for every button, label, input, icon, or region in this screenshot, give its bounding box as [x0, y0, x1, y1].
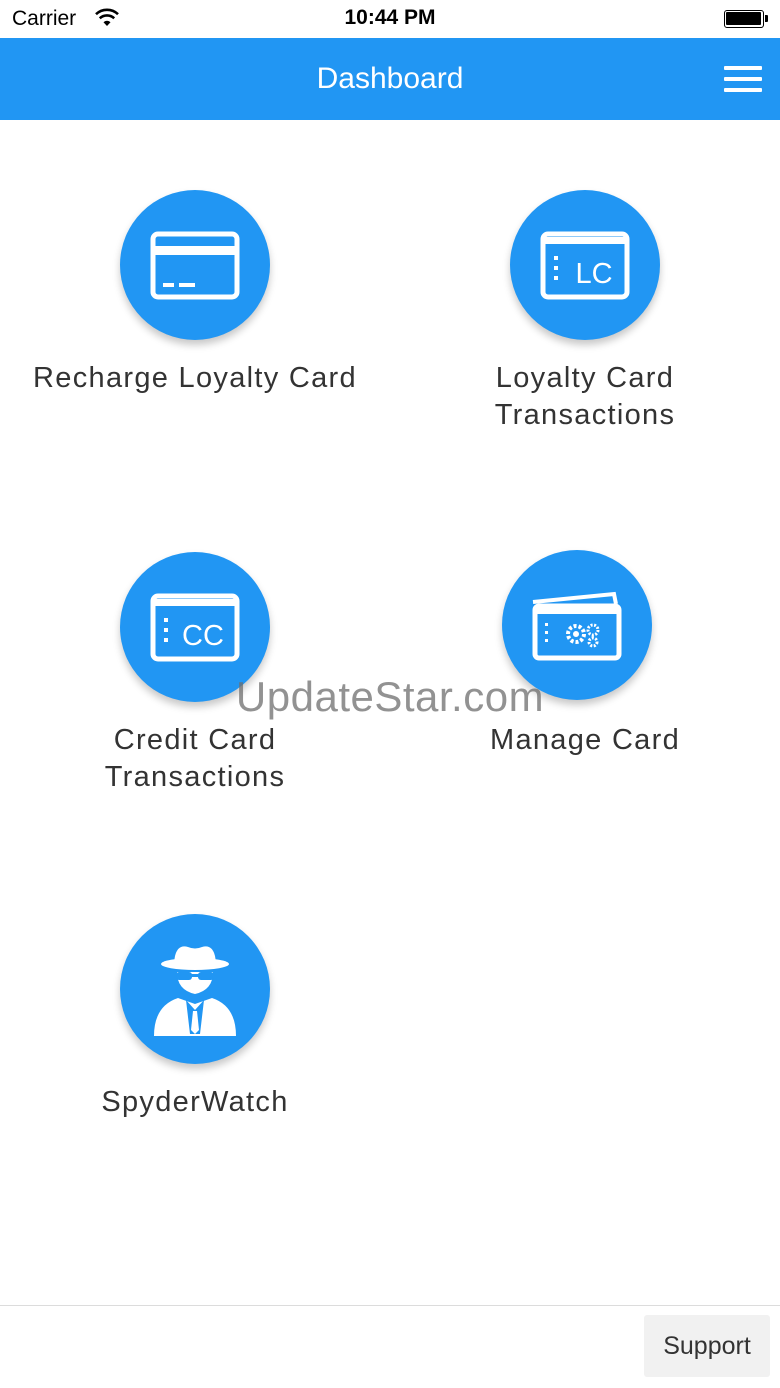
clock: 10:44 PM — [344, 6, 436, 29]
spy-icon — [120, 914, 270, 1064]
tile-label: Manage Card — [489, 724, 680, 756]
credit-card-icon — [120, 190, 270, 340]
watermark: UpdateStar.com — [235, 673, 545, 720]
app-header: Dashboard — [0, 38, 780, 120]
status-bar: Carrier 10:44 PM — [0, 0, 780, 38]
svg-text:LC: LC — [575, 258, 612, 290]
page-title: Dashboard — [316, 62, 464, 95]
svg-text:CC: CC — [182, 620, 224, 652]
footer: Support — [0, 1305, 780, 1388]
tile-label: Credit Card Transactions — [104, 724, 286, 793]
tile-label: Loyalty Card Transactions — [494, 362, 676, 431]
support-button[interactable]: Support — [644, 1315, 770, 1377]
tile-label: Recharge Loyalty Card — [33, 362, 357, 394]
lc-card-icon: LC — [510, 190, 660, 340]
hamburger-icon[interactable] — [724, 64, 764, 94]
battery-icon — [724, 10, 768, 28]
tile-label: SpyderWatch — [101, 1086, 289, 1118]
